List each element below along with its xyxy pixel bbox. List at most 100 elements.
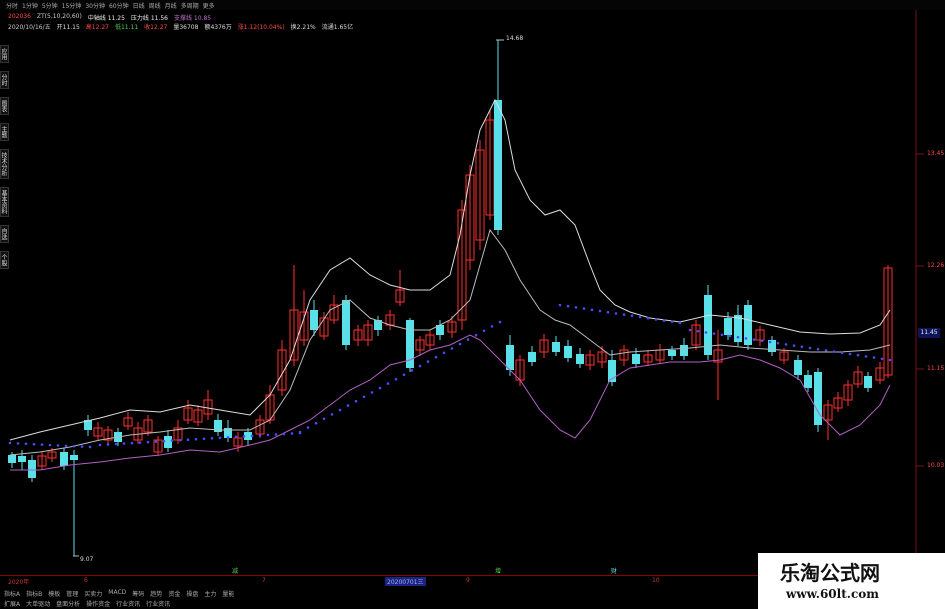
date-label-4: 9 (466, 577, 470, 584)
ext-tab-4[interactable]: 行业资讯 (116, 599, 140, 608)
tab-7[interactable]: 趋势 (150, 589, 162, 598)
stop-dot (242, 435, 246, 438)
stop-dot (378, 386, 382, 390)
stop-dot (426, 360, 430, 363)
stop-dot (266, 433, 270, 437)
stop-dot (840, 351, 844, 355)
stop-dot (622, 313, 626, 316)
stop-dot (394, 377, 398, 381)
stop-dot (138, 441, 142, 444)
stop-dot (88, 445, 92, 449)
stop-dot (24, 442, 28, 446)
site-watermark: 乐淘公式网 www.60lt.com (758, 553, 945, 609)
stop-dot (8, 441, 12, 445)
stop-dot (474, 333, 478, 337)
current-price-box: 11.45 (918, 328, 940, 338)
stop-dot (824, 349, 828, 352)
stop-dot (856, 353, 860, 357)
stop-dot (194, 437, 198, 441)
ext-tab-1[interactable]: 大单驱动 (26, 599, 50, 608)
stop-dot (768, 340, 772, 344)
stop-dot (48, 443, 52, 447)
candle-body (814, 372, 822, 425)
candle-body (724, 318, 732, 335)
low-price-label: 9.07 (80, 556, 94, 563)
tab-6[interactable]: 筹码 (132, 589, 144, 598)
stop-dot (362, 395, 366, 399)
candle-body (528, 352, 536, 362)
date-label-2: 7 (262, 577, 266, 584)
tab-5[interactable]: MACD (108, 589, 126, 597)
stop-dot (598, 309, 602, 313)
ext-tab-5[interactable]: 行业资讯 (146, 599, 170, 608)
stop-dot (346, 404, 350, 407)
tab-4[interactable]: 买卖力 (84, 589, 102, 598)
candle-body (632, 354, 640, 364)
tab-11[interactable]: 量能 (222, 589, 234, 598)
event-marker-3[interactable]: 财 (611, 566, 617, 575)
stop-dot (226, 436, 230, 439)
stop-dot (670, 320, 674, 324)
stop-dot (752, 338, 756, 341)
stop-dot (170, 439, 174, 442)
stop-dot (178, 438, 182, 442)
price-label-3: 11.15 (927, 365, 945, 372)
stop-dot (736, 335, 740, 339)
stop-dot (872, 356, 876, 359)
watermark-url: www.60lt.com (786, 587, 879, 601)
stop-dot (880, 357, 884, 361)
candle-body (8, 455, 16, 463)
stop-dot (154, 440, 158, 443)
stop-dot (40, 443, 44, 446)
stop-dot (122, 442, 126, 445)
stop-dot (354, 399, 358, 403)
tab-2[interactable]: 模板 (48, 589, 60, 598)
stop-dot (274, 433, 278, 436)
date-label-3: 20200701三 (385, 577, 426, 586)
candle-body (310, 310, 318, 330)
stop-dot (720, 333, 724, 337)
stop-dot (114, 442, 118, 446)
stop-dot (80, 445, 84, 448)
stop-dot (712, 332, 716, 335)
candlestick-chart[interactable] (0, 0, 945, 609)
tab-9[interactable]: 操盘 (186, 589, 198, 598)
stop-dot (298, 430, 302, 434)
stop-dot (418, 364, 422, 368)
stop-dot (386, 382, 390, 385)
tab-1[interactable]: 指标B (26, 589, 42, 598)
tab-3[interactable]: 管理 (66, 589, 78, 598)
stop-dot (638, 315, 642, 319)
ext-tab-3[interactable]: 操作资金 (86, 599, 110, 608)
stop-dot (558, 303, 562, 307)
event-marker-1[interactable]: 减 (232, 566, 238, 575)
candle-body (164, 436, 172, 448)
stop-dot (72, 444, 76, 448)
stop-dot (574, 306, 578, 309)
candle-body (552, 342, 560, 352)
event-marker-2[interactable]: 增 (495, 566, 501, 575)
stop-dot (816, 347, 820, 351)
stop-dot (582, 307, 586, 310)
candle-body (668, 350, 676, 356)
ext-tab-0[interactable]: 扩展A (4, 599, 20, 608)
stop-dot (696, 329, 700, 333)
stop-dot (402, 373, 406, 377)
candle-body (342, 300, 350, 345)
stop-dot (306, 426, 310, 429)
ext-tab-2[interactable]: 盘面分析 (56, 599, 80, 608)
stop-dot (186, 438, 190, 442)
tab-10[interactable]: 主力 (204, 589, 216, 598)
peak-price-label: 14.68 (506, 35, 524, 42)
stop-dot (202, 437, 206, 441)
stop-dot (654, 318, 658, 321)
stop-dot (282, 432, 286, 436)
stop-dot (250, 434, 254, 438)
tab-0[interactable]: 指标A (4, 589, 20, 598)
candles-group (8, 40, 893, 556)
tab-8[interactable]: 资金 (168, 589, 180, 598)
stop-dot (482, 329, 486, 333)
stop-dot (56, 444, 60, 447)
stop-dot (330, 413, 334, 416)
candle-body (70, 455, 78, 460)
